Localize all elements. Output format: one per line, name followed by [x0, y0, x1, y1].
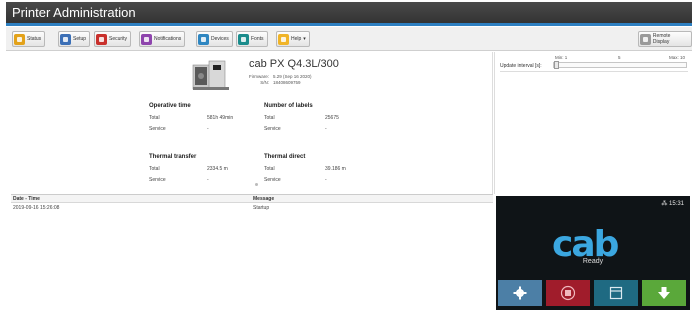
display-menu-button[interactable]: [594, 280, 638, 306]
sn-value: 18408609759: [273, 80, 301, 85]
printer-meta-labels: Firmware: S/N:: [247, 74, 269, 86]
status-icon: [14, 33, 25, 45]
fonts-icon: [238, 33, 249, 45]
status-button[interactable]: Status: [12, 31, 46, 47]
devices-icon: [198, 33, 209, 45]
help-button[interactable]: Help ▾: [276, 31, 310, 47]
thermal-direct-total-label: Total: [264, 166, 275, 172]
thermal-transfer-total-value: 2334.5 m: [207, 166, 228, 172]
thermal-direct-title: Thermal direct: [264, 154, 306, 160]
operative-service-label: Service: [149, 126, 166, 132]
operative-total-label: Total: [149, 115, 160, 121]
fonts-button[interactable]: Fonts: [236, 31, 268, 47]
notifications-icon: [141, 33, 152, 45]
window-title: Printer Administration: [12, 5, 136, 20]
slider-min-label: Min: 1: [555, 55, 568, 60]
number-of-labels-title: Number of labels: [264, 103, 313, 109]
slider-max-label: Max: 10: [669, 55, 686, 60]
notifications-label: Notifications: [154, 36, 182, 42]
setup-button[interactable]: Setup: [58, 31, 91, 47]
status-label: Status: [27, 36, 42, 42]
remote-display-label: Remote Display: [652, 33, 671, 45]
update-interval-panel: Min: 1 5 Max: 10 Update interval [s]:: [494, 52, 692, 194]
title-bar: Printer Administration: [6, 2, 692, 26]
update-interval-label: Update interval [s]:: [500, 63, 542, 69]
operative-time-title: Operative time: [149, 103, 191, 109]
display-feed-button[interactable]: [642, 280, 686, 306]
display-stop-button[interactable]: [546, 280, 590, 306]
fonts-label: Fonts: [251, 36, 264, 42]
thermal-transfer-service-value: -: [207, 177, 209, 183]
help-icon: [278, 33, 289, 45]
display-settings-button[interactable]: [498, 280, 542, 306]
arrow-down-icon: [658, 287, 670, 299]
setup-icon: [60, 33, 71, 45]
thermal-transfer-service-label: Service: [149, 177, 166, 183]
notifications-button[interactable]: Notifications: [139, 31, 186, 47]
slider-mid-label: 5: [618, 55, 621, 60]
thermal-direct-service-value: -: [325, 177, 327, 183]
update-interval-slider[interactable]: [553, 62, 687, 68]
security-label: Security: [109, 36, 128, 42]
labels-total-label: Total: [264, 115, 275, 121]
log-col-date: Date - Time: [13, 196, 40, 202]
display-clock: 15:31: [668, 201, 684, 207]
divider: [500, 71, 688, 72]
log-col-message: Message: [253, 196, 275, 202]
slider-handle[interactable]: [554, 61, 559, 69]
log-table: Date - Time Message 2019-09-16 15:26:08 …: [11, 194, 493, 314]
thermal-transfer-title: Thermal transfer: [149, 154, 197, 160]
sn-label: S/N:: [260, 80, 269, 85]
log-header: [11, 195, 493, 203]
remote-display-screen[interactable]: ⁂ 15:31 cab Ready: [496, 196, 690, 310]
chevron-down-icon: ▾: [303, 36, 306, 42]
toolbar: Status Setup Security Notifications Devi…: [6, 27, 692, 51]
setup-label: Setup: [73, 36, 87, 42]
gear-icon: [513, 286, 527, 300]
security-button[interactable]: Security: [94, 31, 132, 47]
network-icon: ⁂: [661, 201, 668, 207]
display-status: ⁂ 15:31: [661, 200, 684, 207]
devices-button[interactable]: Devices: [196, 31, 233, 47]
labels-service-label: Service: [264, 126, 281, 132]
log-row-date: 2019-09-16 15:26:08: [13, 205, 60, 211]
thermal-transfer-total-label: Total: [149, 166, 160, 172]
thermal-direct-total-value: 39.186 m: [325, 166, 346, 172]
printer-image: [192, 60, 229, 90]
devices-label: Devices: [211, 36, 229, 42]
remote-display-button[interactable]: Remote Display: [638, 31, 692, 47]
thermal-direct-service-label: Service: [264, 177, 281, 183]
security-icon: [96, 33, 107, 45]
printer-info-panel: cab PX Q4.3L/300 Firmware: S/N: 5.29 (Se…: [11, 52, 493, 194]
stop-icon: [560, 285, 576, 301]
remote-display-icon: [640, 33, 651, 45]
menu-icon: [609, 286, 623, 300]
ready-status: Ready: [582, 258, 604, 265]
printer-meta-values: 5.29 (Sep 16 2020) 18408609759: [273, 74, 312, 86]
separator-dot: [255, 183, 258, 186]
labels-total-value: 25675: [325, 115, 339, 121]
log-row-message: Startup: [253, 205, 270, 211]
operative-service-value: -: [207, 126, 209, 132]
help-label: Help: [291, 36, 302, 42]
labels-service-value: -: [325, 126, 327, 132]
printer-model: cab PX Q4.3L/300: [249, 58, 339, 70]
operative-total-value: 581h 49min: [207, 115, 234, 121]
